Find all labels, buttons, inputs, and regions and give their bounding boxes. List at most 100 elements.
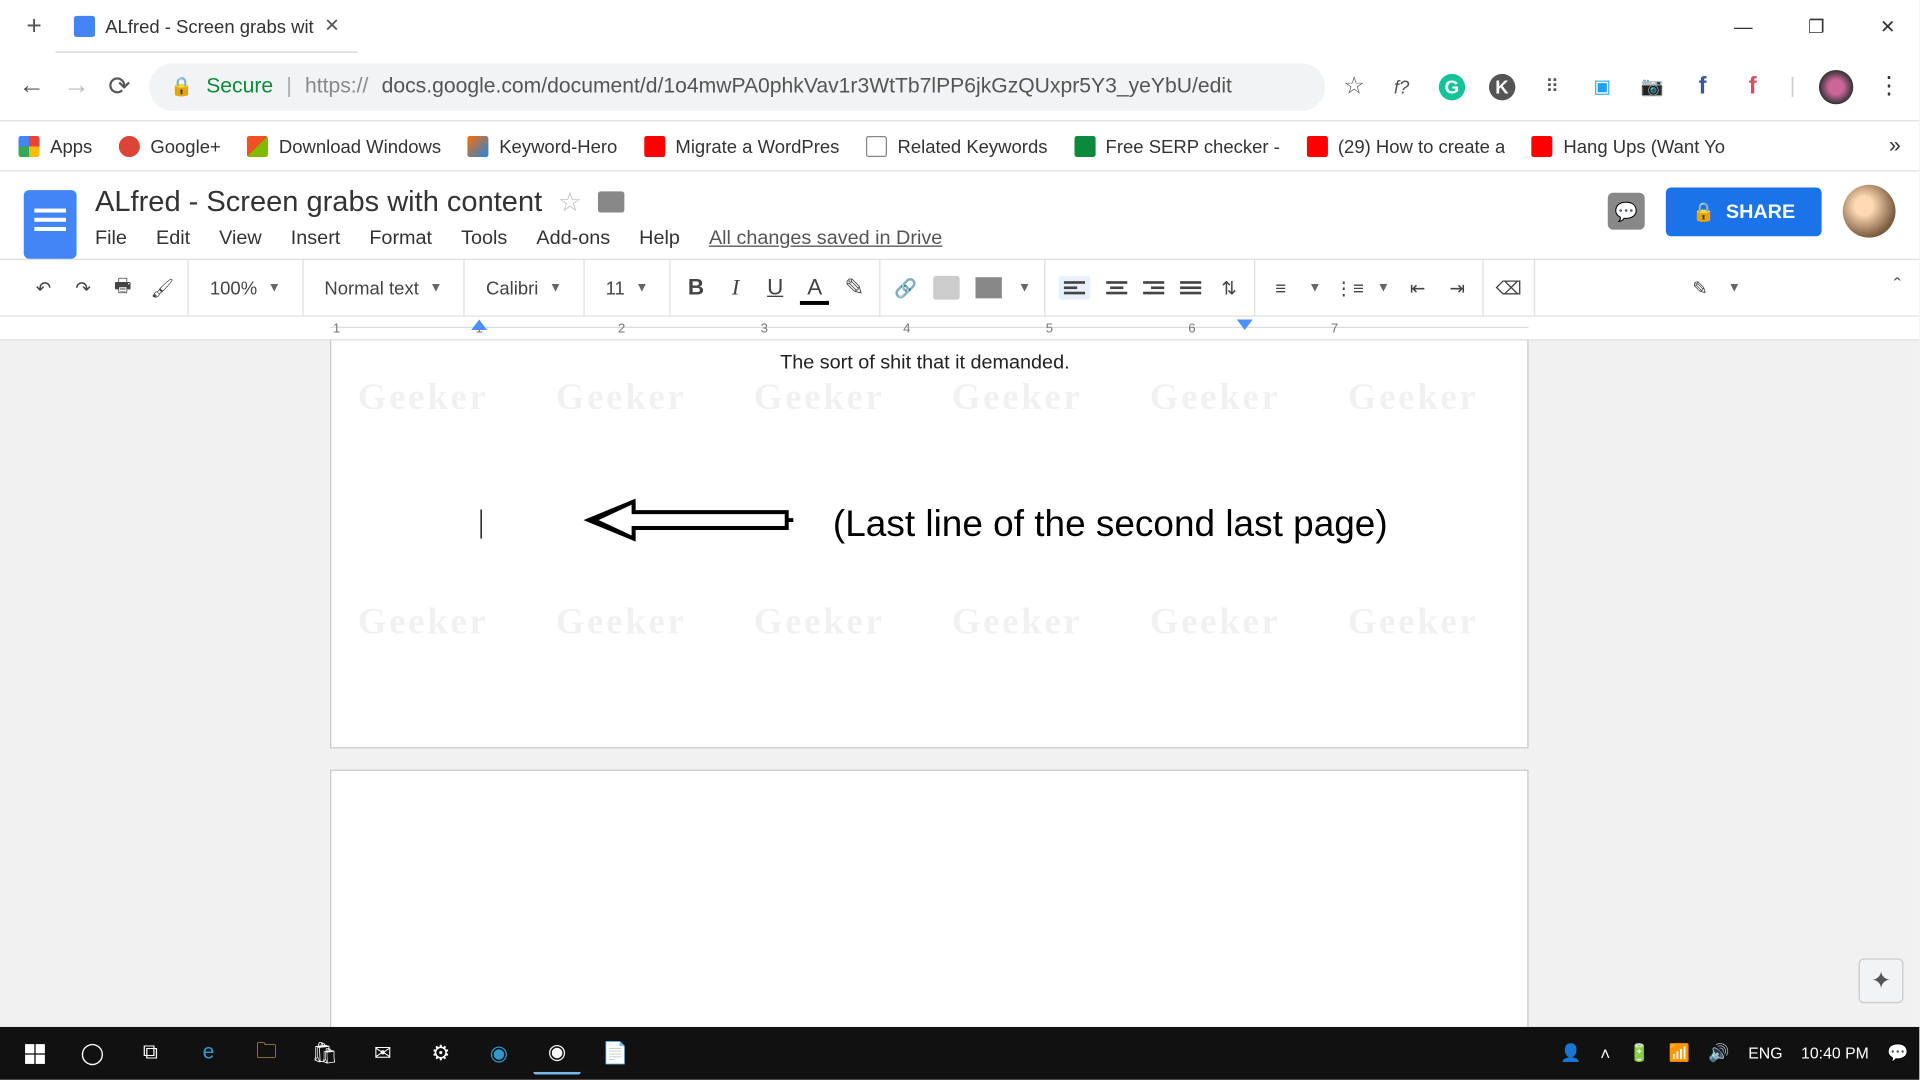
comments-button[interactable]: 💬 xyxy=(1608,193,1645,230)
volume-tray-icon[interactable]: 🔊 xyxy=(1708,1043,1729,1064)
battery-tray-icon[interactable]: 🔋 xyxy=(1629,1043,1650,1064)
clock[interactable]: 10:40 PM xyxy=(1801,1044,1869,1062)
editing-mode-button[interactable]: ✎ xyxy=(1688,276,1712,300)
star-document-icon[interactable]: ☆ xyxy=(558,185,582,218)
minimize-button[interactable]: — xyxy=(1724,10,1764,43)
increase-indent-button[interactable]: ⇥ xyxy=(1445,276,1469,300)
close-tab-icon[interactable]: ✕ xyxy=(324,15,339,37)
bookmark-migrate-wordpress[interactable]: Migrate a WordPres xyxy=(644,135,840,156)
bold-button[interactable]: B xyxy=(684,276,708,300)
start-button[interactable] xyxy=(11,1032,59,1074)
settings-taskbar-icon[interactable]: ⚙ xyxy=(417,1032,465,1074)
menu-help[interactable]: Help xyxy=(639,227,680,249)
bookmark-googleplus[interactable]: Google+ xyxy=(119,135,221,156)
menu-view[interactable]: View xyxy=(219,227,262,249)
text-color-button[interactable]: A xyxy=(803,276,827,300)
bulleted-list-button[interactable]: ⋮≡ xyxy=(1337,276,1361,300)
language-indicator[interactable]: ENG xyxy=(1748,1044,1782,1062)
style-dropdown[interactable]: Normal text▼ xyxy=(316,277,450,298)
insert-image-button[interactable] xyxy=(976,277,1002,298)
apps-shortcut[interactable]: Apps xyxy=(18,135,92,156)
font-dropdown[interactable]: Calibri▼ xyxy=(478,277,570,298)
facebook-extension-icon[interactable]: f xyxy=(1689,73,1715,99)
save-extension-icon[interactable]: ▣ xyxy=(1589,73,1615,99)
clear-formatting-button[interactable]: ⌫ xyxy=(1497,276,1521,300)
bookmark-hang-ups[interactable]: Hang Ups (Want Yo xyxy=(1532,135,1725,156)
font-finder-extension-icon[interactable]: f? xyxy=(1388,73,1414,99)
chrome-taskbar-icon[interactable]: ◉ xyxy=(533,1032,581,1074)
skype-taskbar-icon[interactable]: ◉ xyxy=(475,1032,523,1074)
bookmark-keyword-hero[interactable]: Keyword-Hero xyxy=(468,135,618,156)
document-page[interactable]: The sort of shit that it demanded. (Last… xyxy=(330,341,1529,749)
numbered-list-button[interactable]: ≡ xyxy=(1269,276,1293,300)
grammarly-extension-icon[interactable]: G xyxy=(1439,73,1465,99)
italic-button[interactable]: I xyxy=(724,276,748,300)
bookmark-star-icon[interactable]: ☆ xyxy=(1343,73,1364,101)
mail-taskbar-icon[interactable]: ✉ xyxy=(359,1032,407,1074)
chrome-menu-icon[interactable]: ⋮ xyxy=(1877,73,1901,101)
document-title[interactable]: ALfred - Screen grabs with content xyxy=(95,185,542,219)
new-tab-button[interactable]: + xyxy=(13,6,55,47)
task-view-button[interactable]: ⧉ xyxy=(127,1032,175,1074)
tray-overflow-icon[interactable]: ˄ xyxy=(1600,1043,1610,1063)
cortana-button[interactable]: ◯ xyxy=(69,1032,117,1074)
chrome-profile-avatar[interactable] xyxy=(1819,69,1853,103)
menu-file[interactable]: File xyxy=(95,227,127,249)
document-canvas[interactable]: The sort of shit that it demanded. (Last… xyxy=(0,341,1919,1080)
share-extension-icon[interactable]: ⠿ xyxy=(1539,73,1565,99)
move-folder-icon[interactable] xyxy=(598,191,624,212)
notepad-taskbar-icon[interactable]: 📄 xyxy=(591,1032,639,1074)
people-tray-icon[interactable]: 👤 xyxy=(1560,1043,1581,1064)
address-bar[interactable]: 🔒 Secure | https://docs.google.com/docum… xyxy=(149,63,1325,111)
menu-format[interactable]: Format xyxy=(369,227,432,249)
insert-comment-button[interactable] xyxy=(934,276,960,300)
explore-button[interactable]: ✦ xyxy=(1859,958,1904,1003)
file-explorer-taskbar-icon[interactable]: 🗀 xyxy=(243,1032,291,1074)
edge-taskbar-icon[interactable]: e xyxy=(185,1032,233,1074)
close-window-button[interactable]: ✕ xyxy=(1869,10,1906,43)
undo-button[interactable]: ↶ xyxy=(32,276,56,300)
paint-format-button[interactable]: 🖌 xyxy=(150,276,174,300)
k-extension-icon[interactable]: K xyxy=(1489,73,1515,99)
align-justify-button[interactable] xyxy=(1180,281,1201,294)
align-left-button[interactable] xyxy=(1059,276,1091,300)
decrease-indent-button[interactable]: ⇤ xyxy=(1406,276,1430,300)
align-center-button[interactable] xyxy=(1106,281,1127,294)
browser-tab[interactable]: ALfred - Screen grabs wit ✕ xyxy=(55,0,358,53)
forward-button[interactable]: → xyxy=(63,71,89,101)
camera-extension-icon[interactable]: 📷 xyxy=(1639,73,1665,99)
align-right-button[interactable] xyxy=(1143,281,1164,294)
store-taskbar-icon[interactable]: 🛍 xyxy=(301,1032,349,1074)
bookmark-free-serp[interactable]: Free SERP checker - xyxy=(1074,135,1280,156)
watermark-text: Geeker xyxy=(1348,378,1479,420)
menu-tools[interactable]: Tools xyxy=(461,227,507,249)
redo-button[interactable]: ↷ xyxy=(71,276,95,300)
facebook-alt-extension-icon[interactable]: f xyxy=(1740,73,1766,99)
wifi-tray-icon[interactable]: 📶 xyxy=(1669,1043,1690,1064)
line-spacing-button[interactable]: ⇅ xyxy=(1217,276,1241,300)
font-size-dropdown[interactable]: 11▼ xyxy=(598,277,657,298)
highlight-button[interactable]: ✎ xyxy=(842,276,866,300)
back-button[interactable]: ← xyxy=(18,71,44,101)
zoom-dropdown[interactable]: 100%▼ xyxy=(202,277,289,298)
menu-addons[interactable]: Add-ons xyxy=(536,227,610,249)
bookmark-related-keywords[interactable]: Related Keywords xyxy=(866,135,1048,156)
account-avatar[interactable] xyxy=(1843,185,1896,238)
collapse-toolbar-button[interactable]: ˆ xyxy=(1894,276,1901,300)
menu-edit[interactable]: Edit xyxy=(156,227,190,249)
horizontal-ruler[interactable]: 11234567 xyxy=(0,317,1919,341)
reload-button[interactable]: ⟳ xyxy=(108,70,130,103)
bookmark-how-to-create[interactable]: (29) How to create a xyxy=(1306,135,1505,156)
maximize-button[interactable]: ❐ xyxy=(1797,10,1835,43)
menu-insert[interactable]: Insert xyxy=(291,227,341,249)
save-status[interactable]: All changes saved in Drive xyxy=(709,227,942,249)
underline-button[interactable]: U xyxy=(763,276,787,300)
bookmark-download-windows[interactable]: Download Windows xyxy=(247,135,441,156)
insert-link-button[interactable]: 🔗 xyxy=(894,276,918,300)
share-button[interactable]: 🔒SHARE xyxy=(1666,187,1822,236)
chrome-tab-strip: + ALfred - Screen grabs wit ✕ — ❐ ✕ xyxy=(0,0,1919,53)
bookmarks-overflow-icon[interactable]: » xyxy=(1889,134,1901,158)
action-center-icon[interactable]: 💬 xyxy=(1887,1043,1908,1064)
docs-logo-icon[interactable] xyxy=(24,190,77,259)
print-button[interactable]: 🖶 xyxy=(111,276,135,300)
